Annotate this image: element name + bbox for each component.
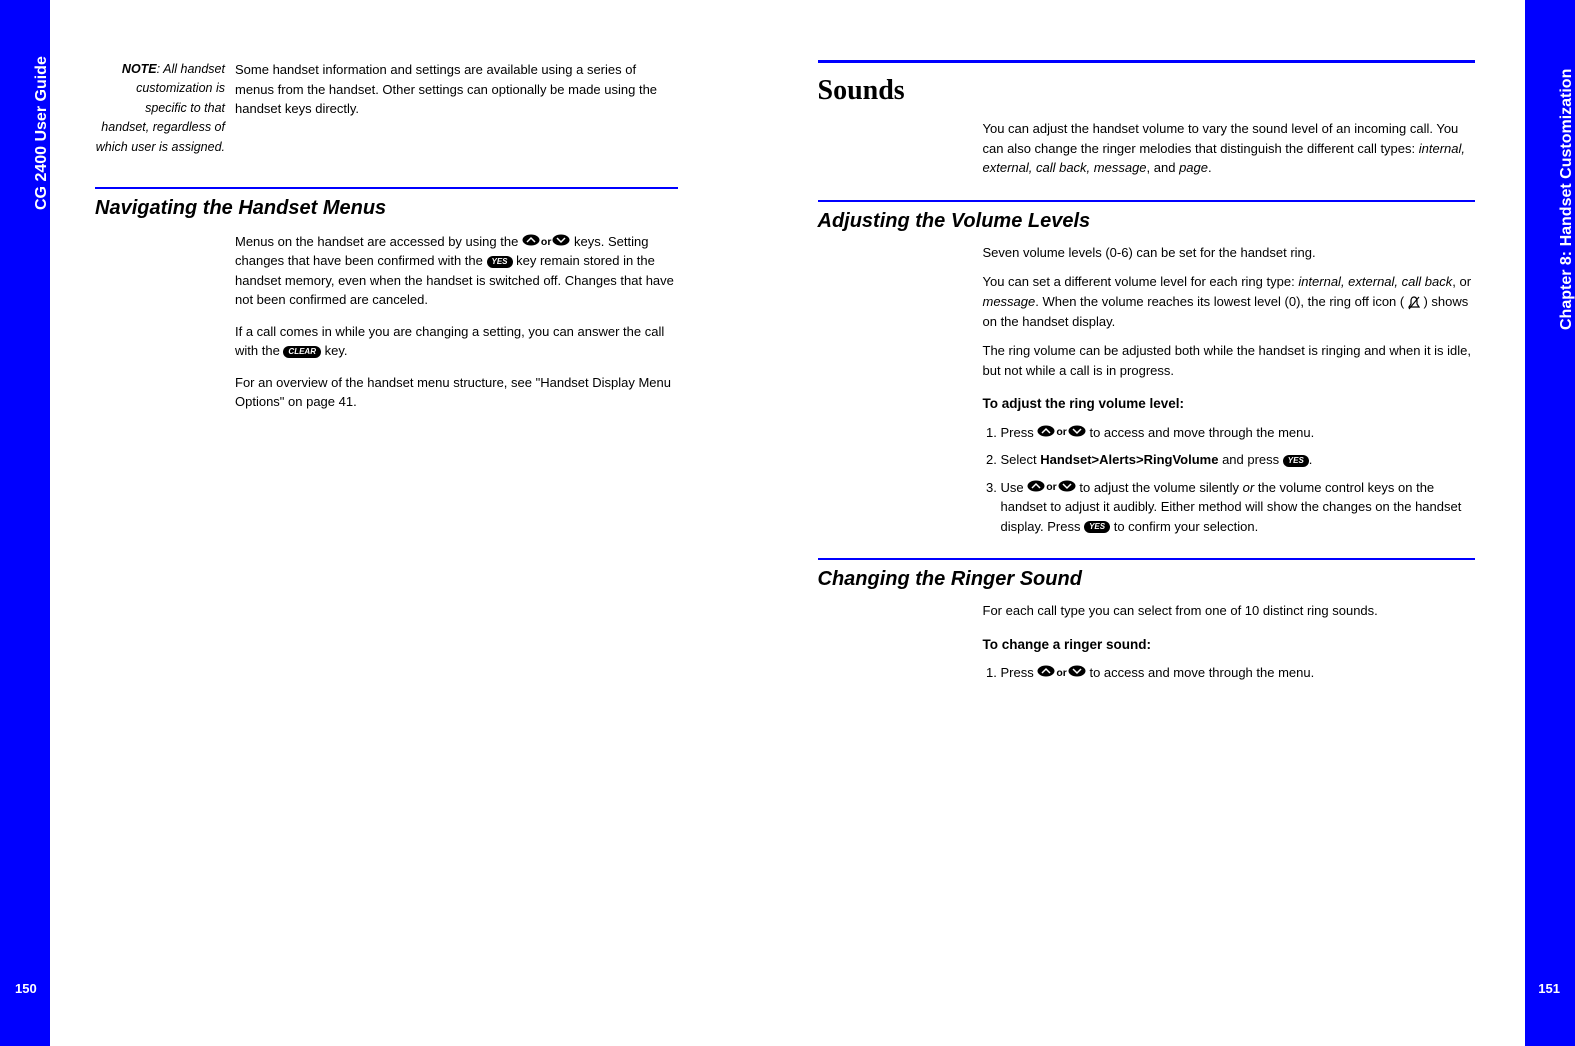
text: Menus on the handset are accessed by usi… [235, 234, 522, 249]
or-label: or [1055, 667, 1068, 679]
text: Use [1001, 480, 1028, 495]
note-block: NOTE: All handset customization is speci… [95, 60, 678, 157]
section-heading-ringer: Changing the Ringer Sound [818, 558, 1476, 591]
paragraph: Seven volume levels (0-6) can be set for… [983, 243, 1476, 263]
text: Select [1001, 452, 1041, 467]
clear-key-icon: CLEAR [283, 346, 321, 358]
sub-heading-change: To change a ringer sound: [983, 635, 1476, 655]
section-heading-navigating: Navigating the Handset Menus [95, 187, 678, 220]
step: Press or to access and move through the … [1001, 663, 1476, 683]
italic-message: message [983, 294, 1036, 309]
yes-key-icon: YES [487, 256, 513, 268]
main-heading-sounds: Sounds [818, 60, 1476, 107]
yes-key-icon: YES [1283, 455, 1309, 467]
paragraph: For each call type you can select from o… [983, 601, 1476, 621]
right-margin-tab: Chapter 8: Handset Customization 151 [1525, 0, 1575, 1046]
left-tab-label: CG 2400 User Guide [33, 56, 51, 210]
ringer-body: For each call type you can select from o… [983, 601, 1476, 682]
italic-or: or [1243, 480, 1255, 495]
steps-list: Press or to access and move through the … [983, 663, 1476, 683]
italic-types: internal, external, call back [1298, 274, 1452, 289]
or-label: or [1055, 426, 1068, 438]
text: You can adjust the handset volume to var… [983, 121, 1459, 156]
italic-page: page [1179, 160, 1208, 175]
right-page: Chapter 8: Handset Customization 151 Sou… [788, 0, 1575, 1046]
note-body: Some handset information and settings ar… [235, 60, 678, 157]
text: . When the volume reaches its lowest lev… [1035, 294, 1404, 309]
right-content: Sounds You can adjust the handset volume… [818, 60, 1476, 692]
paragraph: The ring volume can be adjusted both whi… [983, 341, 1476, 380]
page-spread: CG 2400 User Guide 150 NOTE: All handset… [0, 0, 1575, 1046]
text: Press [1001, 665, 1038, 680]
paragraph: You can set a different volume level for… [983, 272, 1476, 331]
section-heading-volume: Adjusting the Volume Levels [818, 200, 1476, 233]
text: to access and move through the menu. [1089, 425, 1314, 440]
text: , and [1147, 160, 1180, 175]
intro-body: You can adjust the handset volume to var… [983, 119, 1476, 178]
note-margin: NOTE: All handset customization is speci… [95, 60, 225, 157]
arrow-or-arrow-icon: or [1037, 665, 1089, 680]
text: and press [1218, 452, 1282, 467]
steps-list: Press or to access and move through the … [983, 423, 1476, 537]
section-body: Menus on the handset are accessed by usi… [235, 232, 678, 412]
text: , or [1452, 274, 1471, 289]
text: to access and move through the menu. [1089, 665, 1314, 680]
text: . [1208, 160, 1212, 175]
text: Press [1001, 425, 1038, 440]
paragraph: You can adjust the handset volume to var… [983, 119, 1476, 178]
ring-off-icon [1408, 292, 1420, 312]
right-page-number: 151 [1538, 981, 1560, 996]
note-margin-text: : All handset customization is specific … [96, 62, 225, 154]
text: to confirm your selection. [1114, 519, 1259, 534]
step: Press or to access and move through the … [1001, 423, 1476, 443]
arrow-or-arrow-icon: or [1037, 425, 1089, 440]
sub-heading-adjust: To adjust the ring volume level: [983, 394, 1476, 414]
or-label: or [1045, 481, 1058, 493]
menu-path: Handset>Alerts>RingVolume [1040, 452, 1218, 467]
paragraph: For an overview of the handset menu stru… [235, 373, 678, 412]
right-tab-label: Chapter 8: Handset Customization [1558, 69, 1575, 330]
or-label: or [540, 236, 553, 248]
left-content: NOTE: All handset customization is speci… [95, 60, 678, 424]
volume-body: Seven volume levels (0-6) can be set for… [983, 243, 1476, 537]
yes-key-icon: YES [1084, 521, 1110, 533]
left-page-number: 150 [15, 981, 37, 996]
text: You can set a different volume level for… [983, 274, 1299, 289]
text: . [1309, 452, 1313, 467]
text: to adjust the volume silently [1079, 480, 1242, 495]
step: Use or to adjust the volume silently or … [1001, 478, 1476, 537]
note-label: NOTE [122, 62, 157, 76]
paragraph: Menus on the handset are accessed by usi… [235, 232, 678, 310]
text: key. [325, 343, 348, 358]
step: Select Handset>Alerts>RingVolume and pre… [1001, 450, 1476, 470]
paragraph: If a call comes in while you are changin… [235, 322, 678, 361]
arrow-or-arrow-icon: or [522, 234, 574, 249]
left-page: CG 2400 User Guide 150 NOTE: All handset… [0, 0, 788, 1046]
left-margin-tab: CG 2400 User Guide 150 [0, 0, 50, 1046]
arrow-or-arrow-icon: or [1027, 480, 1079, 495]
